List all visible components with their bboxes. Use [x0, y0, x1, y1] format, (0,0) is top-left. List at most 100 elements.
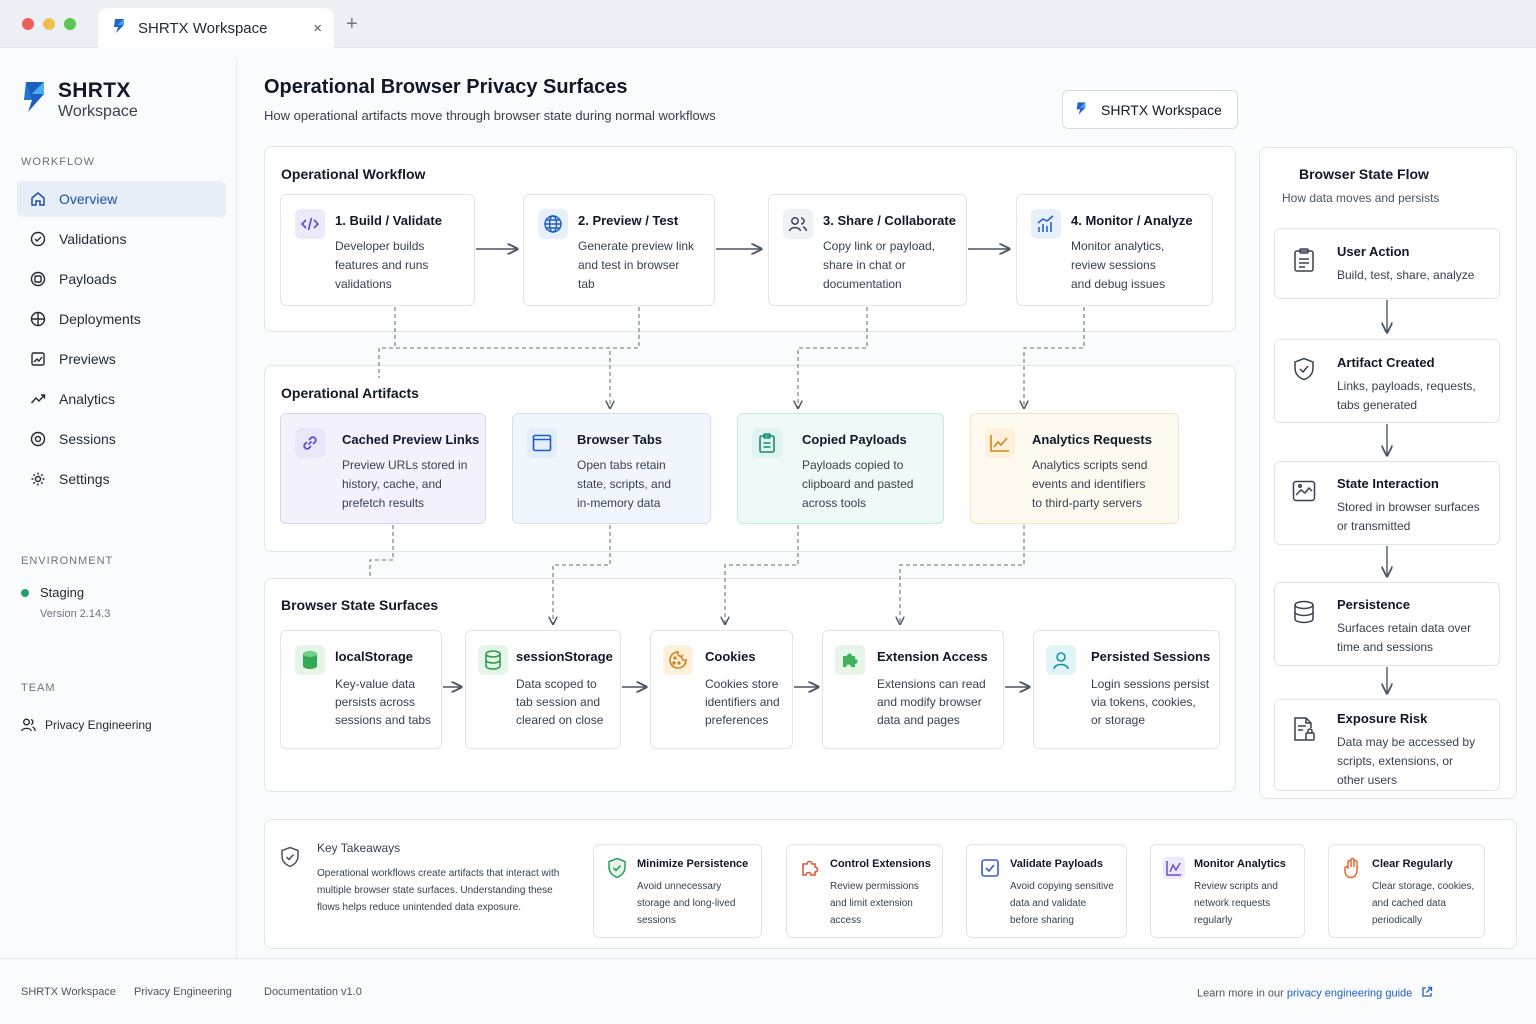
flow-step-title: Artifact Created — [1337, 355, 1435, 370]
surface-title: localStorage — [335, 649, 414, 664]
sidebar-item-payloads[interactable]: Payloads — [17, 261, 226, 297]
takeaway-validate-payloads[interactable]: Validate Payloads Avoid copying sensitiv… — [966, 844, 1127, 938]
sidebar-item-label: Deployments — [59, 311, 141, 327]
sidebar-item-settings[interactable]: Settings — [17, 461, 226, 497]
flow-step-title: Persistence — [1337, 597, 1410, 612]
code-icon — [295, 209, 325, 239]
takeaway-monitor-analytics[interactable]: Monitor Analytics Review scripts and netw… — [1150, 844, 1305, 938]
browser-window-icon — [527, 428, 557, 458]
flow-step-exposure-risk[interactable]: Exposure Risk Data may be accessed by scr… — [1274, 699, 1500, 791]
takeaway-clear-regularly[interactable]: Clear Regularly Clear storage, cookies, a… — [1328, 844, 1485, 938]
surface-sessionstorage[interactable]: sessionStorage Data scoped to tab session… — [465, 630, 621, 749]
sidebar-item-label: Validations — [59, 231, 127, 247]
takeaway-title: Validate Payloads — [1010, 858, 1103, 870]
sidebar-item-sessions[interactable]: Sessions — [17, 421, 226, 457]
sidebar-item-label: Payloads — [59, 271, 117, 287]
workflow-step-build[interactable]: 1. Build / Validate Developer builds feat… — [280, 194, 475, 306]
shield-icon — [280, 846, 300, 873]
sidebar-item-validations[interactable]: Validations — [17, 221, 226, 257]
sidebar-item-previews[interactable]: Previews — [17, 341, 226, 377]
browser-tab[interactable]: SHRTX Workspace × — [98, 8, 334, 48]
state-flow-title: Browser State Flow — [1299, 166, 1429, 182]
takeaway-title: Clear Regularly — [1372, 858, 1453, 870]
workspace-button-label: SHRTX Workspace — [1101, 101, 1222, 118]
check-square-icon — [979, 857, 1001, 879]
artifact-cached-preview-links[interactable]: Cached Preview Links Preview URLs stored… — [280, 413, 486, 524]
home-icon — [29, 190, 47, 208]
flow-step-description: Surfaces retain data over time and sessio… — [1337, 621, 1472, 654]
artifact-copied-payloads[interactable]: Copied Payloads Payloads copied to clipbo… — [737, 413, 944, 524]
footer-team: Privacy Engineering — [134, 986, 232, 998]
footer-docs-link[interactable]: Documentation v1.0 — [264, 986, 362, 998]
flow-step-title: State Interaction — [1337, 476, 1439, 491]
sidebar-item-deployments[interactable]: Deployments — [17, 301, 226, 337]
artifact-description: Analytics scripts send events and identif… — [1032, 458, 1148, 510]
trend-icon — [29, 390, 47, 408]
flow-step-description: Build, test, share, analyze — [1337, 268, 1475, 282]
users-icon — [21, 718, 36, 732]
document-lock-icon — [1291, 716, 1317, 742]
flow-step-description: Data may be accessed by scripts, extensio… — [1337, 735, 1476, 787]
maximize-window-button[interactable] — [64, 18, 76, 30]
takeaway-description: Review scripts and network requests regula… — [1194, 881, 1278, 926]
takeaway-minimize-persistence[interactable]: Minimize Persistence Avoid unnecessary st… — [593, 844, 762, 938]
team-item[interactable]: Privacy Engineering — [21, 718, 152, 732]
workflow-step-monitor[interactable]: 4. Monitor / Analyze Monitor analytics, r… — [1016, 194, 1213, 306]
image-icon — [1291, 478, 1317, 504]
flow-step-description: Stored in browser surfaces or transmitted — [1337, 500, 1480, 533]
package-icon — [29, 270, 47, 288]
surface-description: Cookies store identifiers and preferences — [705, 677, 780, 727]
link-icon — [295, 428, 325, 458]
sidebar-item-overview[interactable]: Overview — [17, 181, 226, 217]
environment-section-label: ENVIRONMENT — [21, 555, 114, 567]
line-chart-icon — [985, 428, 1015, 458]
external-link-icon[interactable] — [1421, 986, 1433, 1001]
surface-cookies[interactable]: Cookies Cookies store identifiers and pref… — [650, 630, 793, 749]
privacy-guide-link[interactable]: privacy engineering guide — [1287, 987, 1412, 999]
workflow-step-share[interactable]: 3. Share / Collaborate Copy link or payl… — [768, 194, 967, 306]
environment-name: Staging — [40, 585, 85, 600]
workflow-step-preview[interactable]: 2. Preview / Test Generate preview link a… — [523, 194, 715, 306]
artifact-title: Browser Tabs — [577, 432, 663, 447]
flow-step-user-action[interactable]: User Action Build, test, share, analyze — [1274, 228, 1500, 299]
step-title: 4. Monitor / Analyze — [1071, 213, 1193, 228]
flow-step-title: User Action — [1337, 244, 1410, 259]
environment-indicator[interactable]: Staging Version 2.14.3 — [21, 585, 110, 620]
surface-description: Data scoped to tab session and cleared on … — [516, 677, 604, 727]
workspace-button[interactable]: SHRTX Workspace — [1062, 90, 1238, 129]
cookie-icon — [663, 645, 693, 675]
team-name: Privacy Engineering — [45, 718, 152, 732]
new-tab-button[interactable]: + — [346, 13, 358, 36]
takeaway-control-extensions[interactable]: Control Extensions Review permissions and… — [786, 844, 943, 938]
logo-icon — [22, 80, 48, 119]
tab-close-icon[interactable]: × — [313, 20, 322, 37]
brand-logo[interactable]: SHRTX Workspace — [22, 80, 138, 122]
artifact-browser-tabs[interactable]: Browser Tabs Open tabs retain state, scri… — [512, 413, 711, 524]
puzzle-icon — [799, 857, 821, 879]
flow-step-artifact-created[interactable]: Artifact Created Links, payloads, reques… — [1274, 339, 1500, 423]
workflow-title: Operational Workflow — [281, 166, 426, 182]
close-window-button[interactable] — [22, 18, 34, 30]
artifact-analytics-requests[interactable]: Analytics Requests Analytics scripts sen… — [970, 413, 1179, 524]
surface-extension-access[interactable]: Extension Access Extensions can read and … — [822, 630, 1004, 749]
artifact-title: Copied Payloads — [802, 432, 907, 447]
sidebar-item-label: Settings — [59, 471, 110, 487]
surface-localstorage[interactable]: localStorage Key-value data persists acro… — [280, 630, 442, 749]
preview-icon — [29, 350, 47, 368]
step-title: 3. Share / Collaborate — [823, 213, 956, 228]
shield-check-icon — [1291, 356, 1317, 382]
artifact-title: Analytics Requests — [1032, 432, 1152, 447]
minimize-window-button[interactable] — [43, 18, 55, 30]
surface-persisted-sessions[interactable]: Persisted Sessions Login sessions persis… — [1033, 630, 1220, 749]
surface-title: Cookies — [705, 649, 756, 664]
takeaways-description: Operational workflows create artifacts t… — [317, 868, 560, 913]
sidebar-item-analytics[interactable]: Analytics — [17, 381, 226, 417]
brand-subtitle: Workspace — [58, 103, 138, 120]
sidebar-nav: Overview Validations Payloads Deployment… — [17, 181, 226, 501]
takeaway-title: Monitor Analytics — [1194, 858, 1286, 870]
flow-step-persistence[interactable]: Persistence Surfaces retain data over tim… — [1274, 582, 1500, 666]
database-icon — [295, 645, 325, 675]
flow-step-state-interaction[interactable]: State Interaction Stored in browser surf… — [1274, 461, 1500, 545]
step-description: Monitor analytics, review sessions and deb… — [1071, 239, 1166, 291]
chart-icon — [1163, 857, 1185, 879]
